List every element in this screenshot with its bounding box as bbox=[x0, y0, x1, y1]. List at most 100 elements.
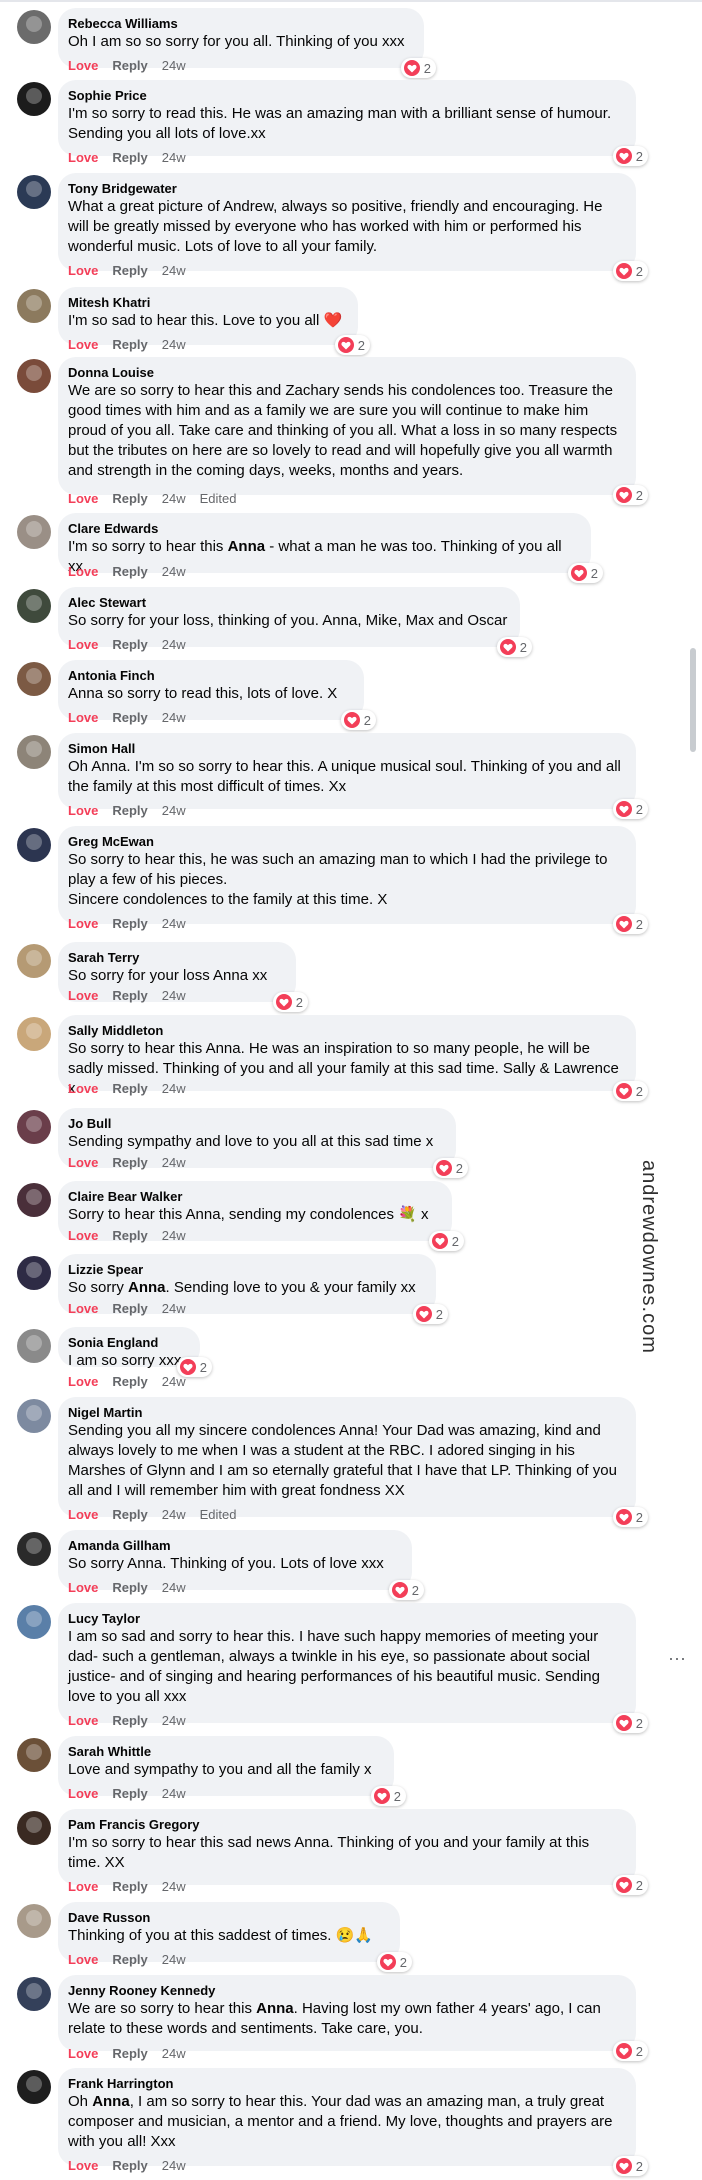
reaction-count[interactable]: 2 bbox=[567, 563, 603, 583]
reply-button[interactable]: Reply bbox=[112, 637, 147, 653]
mention-link[interactable]: Anna bbox=[256, 2000, 294, 2017]
love-button[interactable]: Love bbox=[68, 1507, 98, 1523]
avatar[interactable] bbox=[17, 2070, 51, 2104]
comment-timestamp[interactable]: 24w bbox=[162, 337, 186, 353]
avatar[interactable] bbox=[17, 10, 51, 44]
reply-button[interactable]: Reply bbox=[112, 58, 147, 74]
comment-timestamp[interactable]: 24w bbox=[162, 1952, 186, 1968]
reaction-count[interactable]: 2 bbox=[612, 1507, 648, 1527]
reaction-count[interactable]: 2 bbox=[612, 2156, 648, 2176]
comment-author[interactable]: Alec Stewart bbox=[68, 594, 508, 611]
reaction-count[interactable]: 2 bbox=[400, 58, 436, 78]
reply-button[interactable]: Reply bbox=[112, 1155, 147, 1171]
comment-timestamp[interactable]: 24w bbox=[162, 1301, 186, 1317]
comment-author[interactable]: Lizzie Spear bbox=[68, 1261, 424, 1278]
avatar[interactable] bbox=[17, 828, 51, 862]
love-button[interactable]: Love bbox=[68, 1952, 98, 1968]
reaction-count[interactable]: 2 bbox=[376, 1952, 412, 1972]
reply-button[interactable]: Reply bbox=[112, 1580, 147, 1596]
reply-button[interactable]: Reply bbox=[112, 1879, 147, 1895]
comment-timestamp[interactable]: 24w bbox=[162, 2158, 186, 2174]
comment-timestamp[interactable]: 24w bbox=[162, 1155, 186, 1171]
love-button[interactable]: Love bbox=[68, 1713, 98, 1729]
comment-author[interactable]: Tony Bridgewater bbox=[68, 180, 624, 197]
comment-author[interactable]: Nigel Martin bbox=[68, 1404, 624, 1421]
comment-author[interactable]: Simon Hall bbox=[68, 740, 624, 757]
reply-button[interactable]: Reply bbox=[112, 337, 147, 353]
comment-timestamp[interactable]: 24w bbox=[162, 916, 186, 932]
reaction-count[interactable]: 2 bbox=[612, 1081, 648, 1101]
love-button[interactable]: Love bbox=[68, 564, 98, 580]
reply-button[interactable]: Reply bbox=[112, 1374, 147, 1390]
comment-timestamp[interactable]: 24w bbox=[162, 1507, 186, 1523]
love-button[interactable]: Love bbox=[68, 916, 98, 932]
love-button[interactable]: Love bbox=[68, 2158, 98, 2174]
comment-timestamp[interactable]: 24w bbox=[162, 1879, 186, 1895]
love-button[interactable]: Love bbox=[68, 1301, 98, 1317]
avatar[interactable] bbox=[17, 1017, 51, 1051]
comment-author[interactable]: Jo Bull bbox=[68, 1115, 444, 1132]
love-button[interactable]: Love bbox=[68, 1081, 98, 1097]
comment-timestamp[interactable]: 24w bbox=[162, 263, 186, 279]
avatar[interactable] bbox=[17, 1605, 51, 1639]
comment-timestamp[interactable]: 24w bbox=[162, 803, 186, 819]
reply-button[interactable]: Reply bbox=[112, 1301, 147, 1317]
comment-author[interactable]: Rebecca Williams bbox=[68, 15, 412, 32]
comment-timestamp[interactable]: 24w bbox=[162, 1713, 186, 1729]
love-button[interactable]: Love bbox=[68, 637, 98, 653]
comment-timestamp[interactable]: 24w bbox=[162, 1081, 186, 1097]
mention-link[interactable]: Anna bbox=[228, 538, 266, 555]
avatar[interactable] bbox=[17, 1329, 51, 1363]
reply-button[interactable]: Reply bbox=[112, 564, 147, 580]
reaction-count[interactable]: 2 bbox=[612, 1875, 648, 1895]
reply-button[interactable]: Reply bbox=[112, 1228, 147, 1244]
comment-author[interactable]: Greg McEwan bbox=[68, 833, 624, 850]
comment-timestamp[interactable]: 24w bbox=[162, 150, 186, 166]
reaction-count[interactable]: 2 bbox=[612, 799, 648, 819]
reply-button[interactable]: Reply bbox=[112, 1081, 147, 1097]
avatar[interactable] bbox=[17, 175, 51, 209]
comment-author[interactable]: Lucy Taylor bbox=[68, 1610, 624, 1627]
reaction-count[interactable]: 2 bbox=[340, 710, 376, 730]
comment-author[interactable]: Antonia Finch bbox=[68, 667, 352, 684]
reaction-count[interactable]: 2 bbox=[496, 637, 532, 657]
scrollbar[interactable] bbox=[690, 648, 696, 752]
love-button[interactable]: Love bbox=[68, 1228, 98, 1244]
reaction-count[interactable]: 2 bbox=[370, 1786, 406, 1806]
love-button[interactable]: Love bbox=[68, 1155, 98, 1171]
love-button[interactable]: Love bbox=[68, 150, 98, 166]
comment-timestamp[interactable]: 24w bbox=[162, 58, 186, 74]
comment-timestamp[interactable]: 24w bbox=[162, 637, 186, 653]
reaction-count[interactable]: 2 bbox=[432, 1158, 468, 1178]
comment-author[interactable]: Frank Harrington bbox=[68, 2075, 624, 2092]
comment-author[interactable]: Sophie Price bbox=[68, 87, 624, 104]
reply-button[interactable]: Reply bbox=[112, 710, 147, 726]
reply-button[interactable]: Reply bbox=[112, 1507, 147, 1523]
avatar[interactable] bbox=[17, 1183, 51, 1217]
comment-author[interactable]: Claire Bear Walker bbox=[68, 1188, 440, 1205]
more-options-icon[interactable]: ··· bbox=[668, 1648, 686, 1669]
comment-timestamp[interactable]: 24w bbox=[162, 988, 186, 1004]
comment-timestamp[interactable]: 24w bbox=[162, 710, 186, 726]
avatar[interactable] bbox=[17, 1811, 51, 1845]
comment-author[interactable]: Amanda Gillham bbox=[68, 1537, 400, 1554]
avatar[interactable] bbox=[17, 589, 51, 623]
love-button[interactable]: Love bbox=[68, 803, 98, 819]
comment-author[interactable]: Mitesh Khatri bbox=[68, 294, 346, 311]
comment-author[interactable]: Sonia England bbox=[68, 1334, 188, 1351]
comment-timestamp[interactable]: 24w bbox=[162, 564, 186, 580]
reply-button[interactable]: Reply bbox=[112, 263, 147, 279]
avatar[interactable] bbox=[17, 1738, 51, 1772]
reaction-count[interactable]: 2 bbox=[612, 1713, 648, 1733]
avatar[interactable] bbox=[17, 1399, 51, 1433]
love-button[interactable]: Love bbox=[68, 491, 98, 507]
comment-author[interactable]: Donna Louise bbox=[68, 364, 624, 381]
love-button[interactable]: Love bbox=[68, 710, 98, 726]
edited-label[interactable]: Edited bbox=[200, 491, 237, 507]
reaction-count[interactable]: 2 bbox=[428, 1231, 464, 1251]
reaction-count[interactable]: 2 bbox=[612, 2041, 648, 2061]
reaction-count[interactable]: 2 bbox=[612, 261, 648, 281]
avatar[interactable] bbox=[17, 1904, 51, 1938]
reaction-count[interactable]: 2 bbox=[612, 914, 648, 934]
reply-button[interactable]: Reply bbox=[112, 1786, 147, 1802]
